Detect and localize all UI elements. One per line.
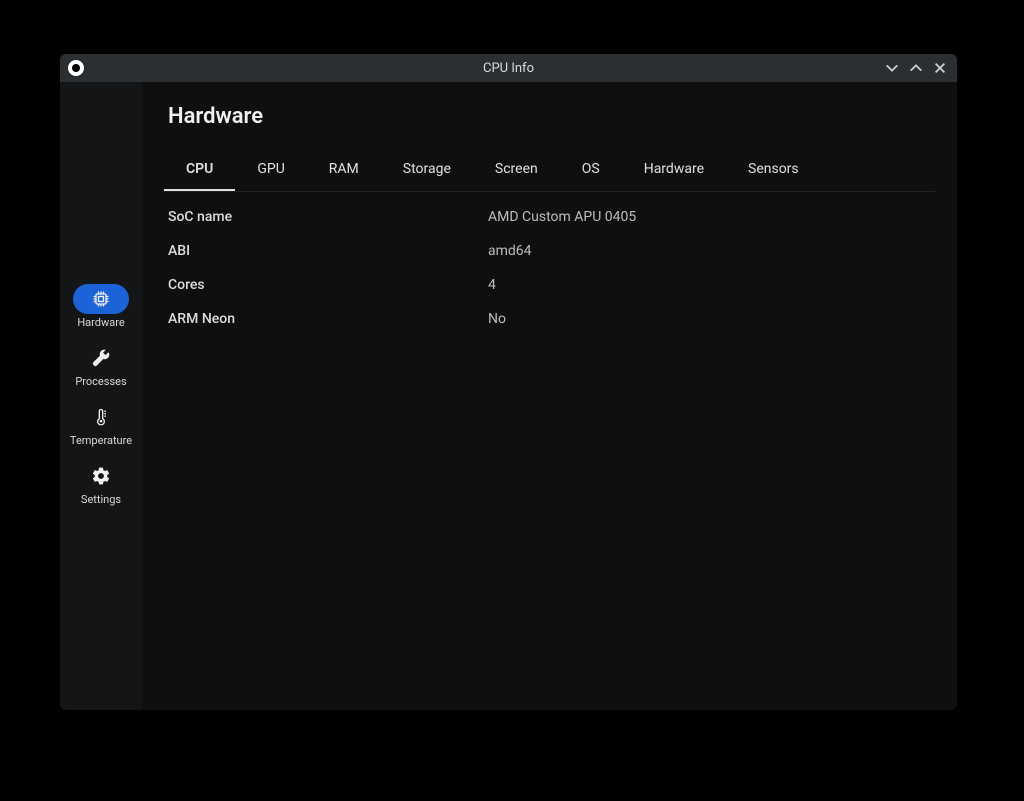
tab-label: GPU [257, 161, 284, 177]
tab-storage[interactable]: Storage [381, 151, 473, 191]
app-window: CPU Info Hardware Processes [60, 54, 957, 710]
tab-cpu[interactable]: CPU [164, 151, 235, 191]
tab-hardware[interactable]: Hardware [622, 151, 726, 191]
row-label: ABI [168, 243, 488, 259]
close-button[interactable] [933, 61, 947, 75]
thermometer-icon [73, 402, 129, 432]
page-title: Hardware [168, 104, 935, 129]
app-icon [68, 60, 84, 76]
row-value: amd64 [488, 243, 532, 259]
tab-gpu[interactable]: GPU [235, 151, 306, 191]
tab-label: OS [582, 161, 600, 177]
row-value: AMD Custom APU 0405 [488, 209, 636, 225]
sidebar-item-label: Hardware [77, 316, 124, 329]
row-value: 4 [488, 277, 496, 293]
row-label: ARM Neon [168, 311, 488, 327]
titlebar: CPU Info [60, 54, 957, 82]
tab-sensors[interactable]: Sensors [726, 151, 821, 191]
cpu-chip-icon [73, 284, 129, 314]
info-row: ARM Neon No [164, 302, 935, 336]
sidebar-item-label: Settings [81, 493, 121, 506]
sidebar-item-label: Processes [75, 375, 126, 388]
tab-os[interactable]: OS [560, 151, 622, 191]
tabs: CPU GPU RAM Storage Screen OS Hardware S… [164, 151, 935, 192]
window-controls [885, 61, 957, 75]
tab-label: Screen [495, 161, 538, 177]
tab-label: RAM [329, 161, 359, 177]
wrench-icon [73, 343, 129, 373]
maximize-button[interactable] [909, 61, 923, 75]
info-row: ABI amd64 [164, 234, 935, 268]
minimize-button[interactable] [885, 61, 899, 75]
app-body: Hardware Processes Temperature Settings [60, 82, 957, 710]
tab-label: Sensors [748, 161, 799, 177]
info-row: Cores 4 [164, 268, 935, 302]
gear-icon [73, 461, 129, 491]
info-row: SoC name AMD Custom APU 0405 [164, 200, 935, 234]
tab-label: Hardware [644, 161, 704, 177]
row-label: SoC name [168, 209, 488, 225]
tab-label: CPU [186, 161, 213, 177]
tab-screen[interactable]: Screen [473, 151, 560, 191]
sidebar-item-settings[interactable]: Settings [66, 459, 136, 510]
main-content: Hardware CPU GPU RAM Storage Screen OS H… [142, 82, 957, 710]
sidebar-item-hardware[interactable]: Hardware [66, 282, 136, 333]
sidebar-item-temperature[interactable]: Temperature [66, 400, 136, 451]
sidebar-item-label: Temperature [70, 434, 132, 447]
sidebar: Hardware Processes Temperature Settings [60, 82, 142, 710]
tab-ram[interactable]: RAM [307, 151, 381, 191]
info-rows: SoC name AMD Custom APU 0405 ABI amd64 C… [164, 200, 935, 336]
window-title: CPU Info [60, 61, 957, 76]
row-value: No [488, 311, 506, 327]
row-label: Cores [168, 277, 488, 293]
tab-label: Storage [403, 161, 451, 177]
sidebar-item-processes[interactable]: Processes [66, 341, 136, 392]
